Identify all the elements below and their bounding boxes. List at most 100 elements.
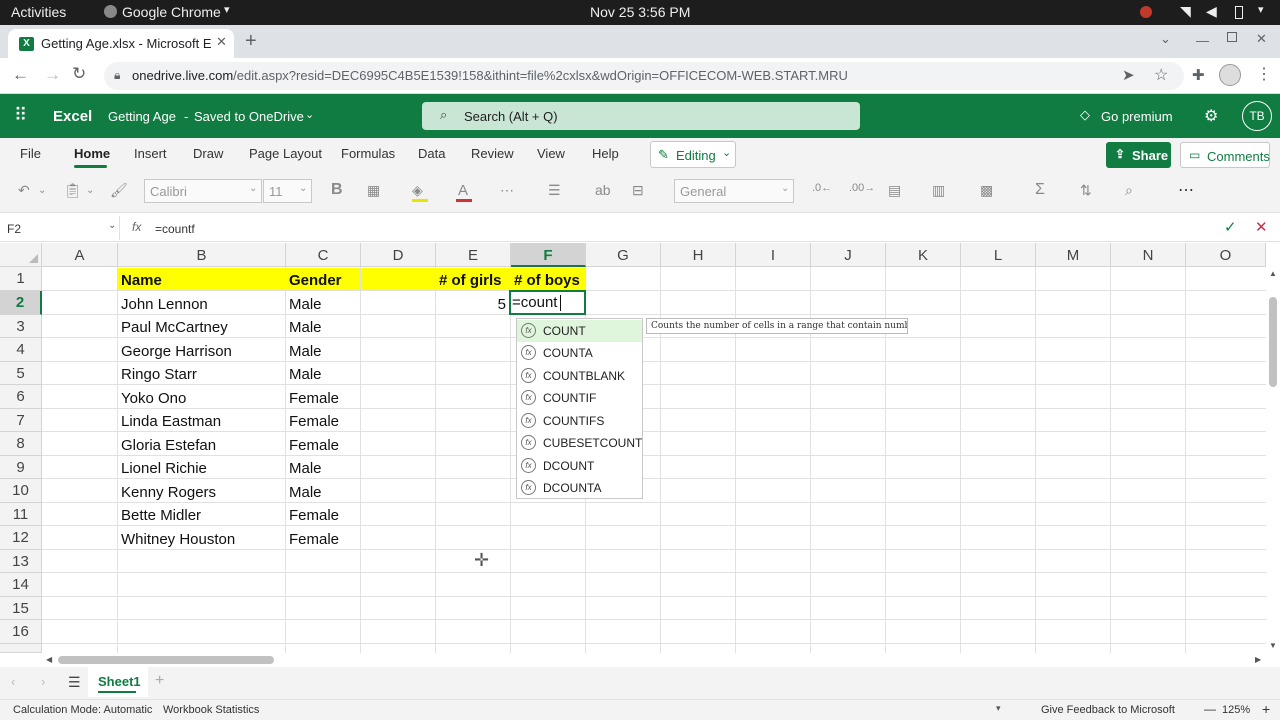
forward-icon[interactable]: → [44,65,61,85]
prev-sheet-icon[interactable]: ‹ [11,674,15,689]
user-avatar[interactable]: TB [1242,101,1272,131]
workbook-statistics[interactable]: Workbook Statistics [163,704,259,716]
cell-b12[interactable]: Whitney Houston [118,528,238,548]
minimize-icon[interactable]: — [1196,33,1209,48]
format-as-table-icon[interactable]: ▥ [932,182,945,199]
app-menu[interactable]: Google Chrome [122,4,221,20]
select-all-corner[interactable] [0,243,42,267]
row-header-3[interactable]: 3 [0,315,42,338]
row-header-14[interactable]: 14 [0,573,42,597]
cell-b2[interactable]: John Lennon [118,293,211,313]
next-sheet-icon[interactable]: › [41,674,45,689]
scroll-right-icon[interactable]: ▶ [1255,655,1261,664]
cell-b9[interactable]: Lionel Richie [118,457,210,477]
row-header-16[interactable]: 16 [0,620,42,644]
font-name-select[interactable]: Calibri ⌄ [144,179,262,203]
autocomplete-item-dcounta[interactable]: fx DCOUNTA [517,477,642,499]
status-chevron-icon[interactable]: ▾ [996,703,1001,714]
cell-b1[interactable]: Name [118,269,165,289]
name-box[interactable]: F2 ⌄ [0,216,120,240]
activities-button[interactable]: Activities [11,4,66,20]
row-header-2[interactable]: 2 [0,291,42,315]
system-menu-chevron-icon[interactable]: ▾ [1258,3,1264,16]
row-header-7[interactable]: 7 [0,409,42,432]
conditional-format-icon[interactable]: ▤ [888,182,901,199]
row-header-6[interactable]: 6 [0,385,42,409]
column-header-o[interactable]: O [1186,243,1266,267]
autocomplete-item-dcount[interactable]: fx DCOUNT [517,455,642,477]
format-painter-icon[interactable]: 🖌︎ [110,182,128,199]
reload-icon[interactable]: ↻ [72,64,86,84]
wrap-text-icon[interactable]: ab [595,182,611,198]
font-color-icon[interactable]: A [458,182,468,199]
column-header-l[interactable]: L [961,243,1036,267]
column-header-f[interactable]: F [511,243,586,267]
more-commands-icon[interactable]: ⋯ [1178,180,1194,200]
decrease-decimal-icon[interactable]: .00→ [849,182,875,194]
volume-icon[interactable]: ◀ [1206,3,1217,20]
cell-c6[interactable]: Female [286,387,342,407]
sort-filter-icon[interactable]: ⇅ [1080,182,1092,199]
calculation-mode[interactable]: Calculation Mode: Automatic [13,704,152,716]
tab-review[interactable]: Review [471,146,514,161]
comments-button[interactable]: ▭ Comments [1180,142,1270,168]
close-window-icon[interactable]: ✕ [1256,31,1267,47]
row-header-4[interactable]: 4 [0,338,42,362]
bookmark-star-icon[interactable]: ☆ [1154,65,1168,85]
borders-icon[interactable]: ▦ [367,182,380,199]
increase-decimal-icon[interactable]: .0← [812,182,832,194]
cell-f1[interactable]: # of boys [511,269,583,289]
cell-c7[interactable]: Female [286,410,342,430]
document-title[interactable]: Getting Age [108,109,176,124]
sheet-tab-sheet1[interactable]: Sheet1 [88,667,148,697]
bold-icon[interactable]: B [331,181,343,199]
tab-view[interactable]: View [537,146,565,161]
row-header-5[interactable]: 5 [0,362,42,385]
number-format-select[interactable]: General ⌄ [674,179,794,203]
battery-icon[interactable] [1235,6,1243,19]
go-premium-link[interactable]: Go premium [1101,109,1173,124]
extensions-icon[interactable]: ✚ [1192,66,1205,84]
autosum-icon[interactable]: Σ [1035,181,1045,199]
row-header-15[interactable]: 15 [0,597,42,620]
tab-draw[interactable]: Draw [193,146,223,161]
horizontal-scroll-thumb[interactable] [58,656,274,664]
cell-c9[interactable]: Male [286,457,325,477]
autocomplete-item-countifs[interactable]: fx COUNTIFS [517,410,642,432]
formula-input[interactable]: =countf [148,216,1214,240]
cell-c5[interactable]: Male [286,363,325,383]
share-button[interactable]: ⇪ Share [1106,142,1171,168]
autocomplete-item-cubesetcount[interactable]: fx CUBESETCOUNT [517,432,642,454]
cell-c1[interactable]: Gender [286,269,345,289]
find-icon[interactable]: ⌕ [1125,182,1133,199]
column-header-c[interactable]: C [286,243,361,267]
row-header-partial[interactable] [0,644,42,653]
maximize-icon[interactable] [1227,32,1237,42]
tab-home[interactable]: Home [74,146,110,161]
row-header-11[interactable]: 11 [0,503,42,526]
row-header-9[interactable]: 9 [0,456,42,479]
clock[interactable]: Nov 25 3:56 PM [590,4,690,20]
cell-c11[interactable]: Female [286,504,342,524]
wifi-icon[interactable]: ◥ [1180,3,1191,20]
column-header-j[interactable]: J [811,243,886,267]
save-status[interactable]: Saved to OneDrive [194,109,304,124]
cell-b11[interactable]: Bette Midler [118,504,204,524]
cell-b4[interactable]: George Harrison [118,340,235,360]
send-tab-icon[interactable]: ➤ [1122,66,1135,84]
column-header-g[interactable]: G [586,243,661,267]
merge-icon[interactable]: ⊟ [632,182,644,199]
undo-icon[interactable]: ↶ [18,182,30,199]
fx-icon[interactable]: fx [132,220,141,234]
cell-c2[interactable]: Male [286,293,325,313]
cell-c12[interactable]: Female [286,528,342,548]
row-header-12[interactable]: 12 [0,526,42,550]
tab-data[interactable]: Data [418,146,445,161]
cell-b10[interactable]: Kenny Rogers [118,481,219,501]
cell-c3[interactable]: Male [286,316,325,336]
clipboard-chevron-icon[interactable]: ⌄ [86,185,94,196]
search-box[interactable]: ⌕ Search (Alt + Q) [422,102,860,130]
autocomplete-item-countblank[interactable]: fx COUNTBLANK [517,365,642,387]
column-header-e[interactable]: E [436,243,511,267]
editing-mode-button[interactable]: ✎ Editing ⌄ [650,141,736,168]
